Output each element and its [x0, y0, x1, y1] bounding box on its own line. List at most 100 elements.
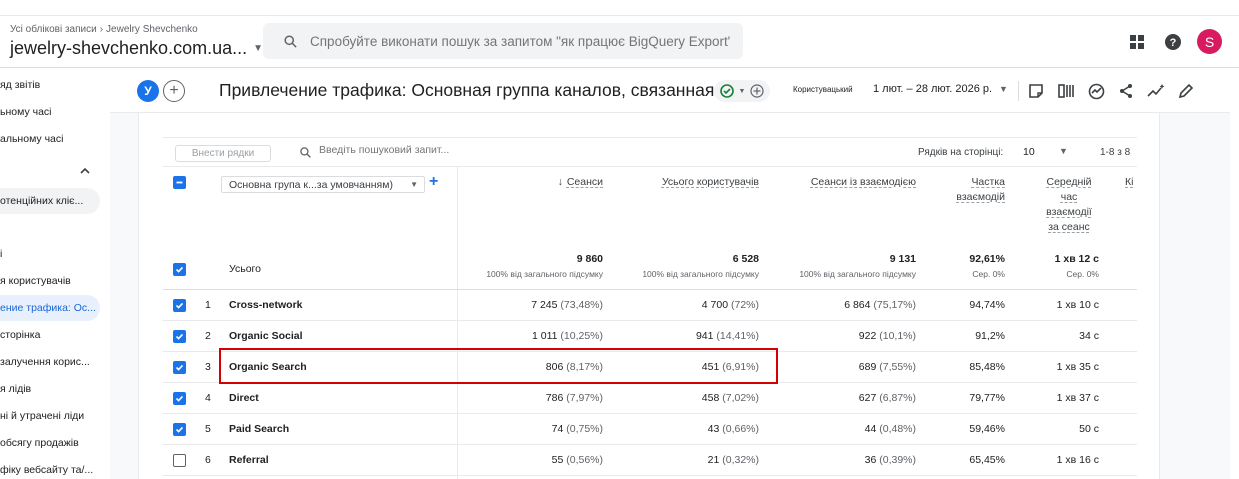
table-row[interactable]: 6 Referral 55 (0,56%) 21 (0,32%) 36 (0,3… — [163, 445, 1137, 476]
caret-down-icon[interactable]: ▼ — [999, 84, 1008, 94]
title-actions[interactable]: ▼ — [714, 80, 770, 102]
row-avg-time: 34 с — [1079, 330, 1099, 342]
table-row[interactable]: 5 Paid Search 74 (0,75%) 43 (0,66%) 44 (… — [163, 414, 1137, 445]
row-channel[interactable]: Direct — [229, 392, 259, 404]
caret-down-icon[interactable]: ▼ — [1059, 146, 1068, 156]
row-sessions-value: 786 — [545, 392, 564, 404]
row-checkbox[interactable] — [173, 423, 186, 436]
table-row[interactable]: 1 Cross-network 7 245 (73,48%) 4 700 (72… — [163, 290, 1137, 321]
share-icon[interactable] — [1115, 80, 1137, 102]
row-engaged: 36 (0,39%) — [865, 454, 916, 466]
account-picker[interactable]: jewelry-shevchenko.com.ua... ▼ — [10, 38, 263, 59]
column-header-avg-engagement-time[interactable]: Середній час взаємодії за сеанс — [1039, 175, 1099, 235]
rows-per-page-label: Рядків на сторінці: — [918, 147, 1004, 158]
global-search-input[interactable] — [310, 33, 730, 49]
sidebar-item[interactable]: я користувачів — [0, 268, 100, 294]
column-header-sessions-label: Сеанси — [566, 176, 603, 188]
table-toolbar: Внести рядки Рядків на сторінці: 10 ▼ 1-… — [163, 137, 1137, 167]
insights-icon[interactable] — [1085, 80, 1107, 102]
table-header: Основна група к...за умовчанням) ▼ + ↓ Се… — [163, 167, 1137, 290]
page-scrollbar[interactable] — [1230, 69, 1239, 479]
notes-icon[interactable] — [1025, 80, 1047, 102]
row-users-pct: (14,41%) — [716, 330, 759, 342]
help-icon[interactable]: ? — [1162, 31, 1184, 53]
add-circle-icon[interactable] — [750, 84, 764, 98]
page-title: Привлечение трафика: Основная группа кан… — [219, 80, 748, 100]
sidebar-item[interactable]: і — [0, 241, 100, 267]
compare-columns-icon[interactable] — [1055, 80, 1077, 102]
row-channel[interactable]: Referral — [229, 454, 269, 466]
row-engaged-pct: (6,87%) — [879, 392, 916, 404]
row-index: 4 — [205, 392, 211, 404]
row-engagement-rate: 94,74% — [969, 299, 1005, 311]
segment-chip[interactable]: У — [137, 80, 159, 102]
row-sessions-value: 7 245 — [531, 299, 558, 311]
add-comparison-button[interactable]: + — [163, 80, 185, 102]
date-compare-label[interactable]: Користувацький — [793, 85, 853, 94]
sidebar-item[interactable]: обсягу продажів — [0, 430, 100, 456]
row-users-value: 43 — [707, 423, 720, 435]
breadcrumb[interactable]: Усі облікові записи › Jewelry Shevchenko — [10, 24, 198, 35]
check-icon — [175, 364, 184, 371]
column-header-engaged-sessions[interactable]: Сеанси із взаємодією — [811, 175, 916, 190]
sidebar-item[interactable]: сторінка — [0, 322, 100, 348]
sidebar-item-group[interactable]: отенційних кліє... — [0, 188, 100, 214]
row-sessions-pct: (73,48%) — [560, 299, 603, 311]
row-checkbox[interactable] — [173, 361, 186, 374]
trend-sparkle-icon[interactable] — [1145, 80, 1167, 102]
breadcrumb-all-accounts[interactable]: Усі облікові записи — [10, 24, 97, 35]
row-engagement-rate: 79,77% — [969, 392, 1005, 404]
check-icon — [175, 302, 184, 309]
column-header-users[interactable]: Усього користувачів — [662, 175, 759, 190]
date-range[interactable]: 1 лют. – 28 лют. 2026 р. — [873, 83, 992, 95]
sidebar-item[interactable]: альному часі — [0, 126, 100, 152]
total-users: 6 528 — [732, 253, 759, 265]
row-avg-time: 50 с — [1079, 423, 1099, 435]
row-channel[interactable]: Cross-network — [229, 299, 303, 311]
dimension-select-label: Основна група к...за умовчанням) — [229, 178, 393, 191]
row-users-value: 4 700 — [701, 299, 729, 311]
total-engaged-sub: 100% від загального підсумку — [799, 269, 916, 279]
row-sessions-value: 55 — [551, 454, 564, 466]
sidebar-item[interactable]: фіку вебсайту та/... — [0, 457, 100, 479]
column-header-sessions[interactable]: ↓ Сеанси — [558, 175, 603, 190]
sidebar-section-header[interactable] — [0, 160, 100, 186]
row-channel[interactable]: Organic Social — [229, 330, 303, 342]
chevron-up-icon — [80, 167, 90, 174]
table-search-input[interactable] — [319, 144, 479, 156]
sidebar-item[interactable]: я лідів — [0, 376, 100, 402]
row-users-pct: (7,02%) — [722, 392, 759, 404]
dimension-select[interactable]: Основна група к...за умовчанням) ▼ — [221, 176, 425, 193]
column-header-engagement-rate[interactable]: Частка взаємодій — [956, 175, 1005, 205]
row-checkbox[interactable] — [173, 392, 186, 405]
table-row[interactable]: 4 Direct 786 (7,97%) 458 (7,02%) 627 (6,… — [163, 383, 1137, 414]
sidebar-item[interactable]: ні й утрачені ліди — [0, 403, 100, 429]
edit-pencil-icon[interactable] — [1175, 80, 1197, 102]
add-dimension-button[interactable]: + — [429, 173, 438, 191]
row-channel[interactable]: Paid Search — [229, 423, 289, 435]
total-row-checkbox[interactable] — [173, 263, 186, 276]
report-toolbar: У + Привлечение трафика: Основная группа… — [110, 69, 1239, 113]
sidebar-item[interactable]: залучення корис... — [0, 349, 100, 375]
row-users-pct: (0,66%) — [722, 423, 759, 435]
chevron-right-icon: › — [99, 24, 104, 35]
total-sessions-sub: 100% від загального підсумку — [486, 269, 603, 279]
check-circle-icon[interactable] — [720, 84, 734, 98]
rows-per-page-select[interactable]: 10 — [1023, 146, 1035, 158]
sidebar-item[interactable]: яд звітів — [0, 72, 100, 98]
avatar[interactable]: S — [1197, 29, 1222, 54]
browser-bookmarks-strip — [0, 0, 1239, 16]
select-all-checkbox[interactable] — [173, 176, 186, 189]
plot-rows-button[interactable]: Внести рядки — [175, 145, 271, 162]
sidebar-item[interactable]: ьному часі — [0, 99, 100, 125]
global-search[interactable] — [263, 23, 743, 59]
column-header-next[interactable]: Кі — [1125, 175, 1133, 190]
breadcrumb-account[interactable]: Jewelry Shevchenko — [106, 24, 198, 35]
row-checkbox[interactable] — [173, 299, 186, 312]
row-avg-time: 1 хв 35 с — [1056, 361, 1099, 373]
total-avg-time-sub: Сер. 0% — [1066, 269, 1099, 279]
apps-grid-icon[interactable] — [1126, 31, 1148, 53]
row-checkbox[interactable] — [173, 454, 186, 467]
sidebar-item-traffic-acquisition[interactable]: ение трафика: Ос... — [0, 295, 100, 321]
row-checkbox[interactable] — [173, 330, 186, 343]
